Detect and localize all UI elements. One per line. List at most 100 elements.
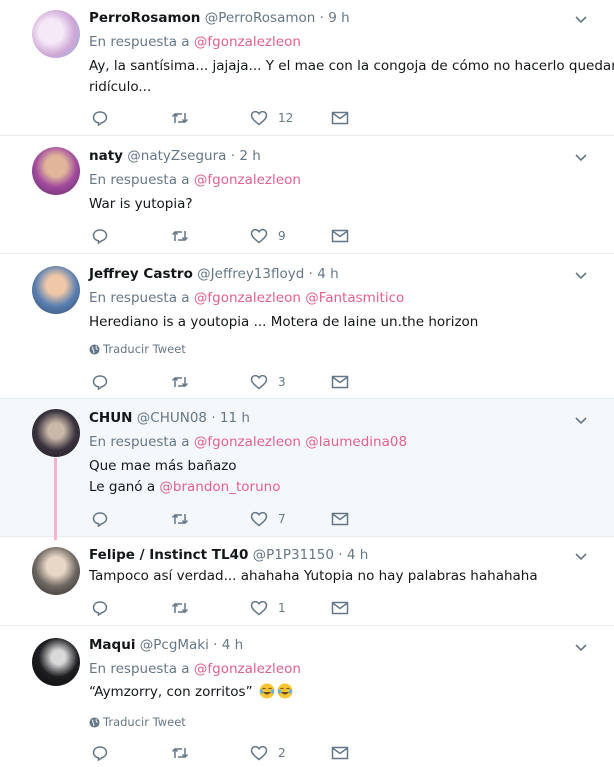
message-button[interactable] xyxy=(331,743,349,763)
author-handle[interactable]: @PcgMaki xyxy=(140,637,209,653)
tweet-text-line: Herediano is a youtopia ... Motera de la… xyxy=(89,314,479,330)
translate-label: Traducir Tweet xyxy=(103,715,186,729)
like-button[interactable]: 3 xyxy=(250,372,286,392)
tweet-header: Felipe / Instinct TL40 @P1P31150 · 4 h xyxy=(89,546,368,564)
text-prefix: Le ganó a xyxy=(89,479,156,495)
reply-button[interactable] xyxy=(92,743,108,763)
tears-of-joy-emoji-icon xyxy=(277,683,293,699)
envelope-icon xyxy=(331,746,349,760)
mention-link[interactable]: @fgonzalezleon xyxy=(194,34,301,50)
heart-icon xyxy=(250,511,268,527)
timestamp[interactable]: · 4 h xyxy=(338,547,368,563)
tears-of-joy-emoji-icon xyxy=(259,683,275,699)
reply-icon xyxy=(92,746,108,761)
tweet[interactable]: naty @natyZsegura · 2 h En respuesta a @… xyxy=(0,136,614,254)
retweet-button[interactable] xyxy=(171,372,189,392)
tweet-actions: 12 xyxy=(89,108,369,128)
author-handle[interactable]: @PerroRosamon xyxy=(205,10,316,26)
chevron-down-icon[interactable] xyxy=(575,641,587,653)
author-name[interactable]: Jeffrey Castro xyxy=(89,266,193,282)
chevron-down-icon[interactable] xyxy=(575,269,587,281)
message-button[interactable] xyxy=(331,372,349,392)
envelope-icon xyxy=(331,229,349,243)
author-name[interactable]: Felipe / Instinct TL40 xyxy=(89,547,248,563)
tweet-actions: 9 xyxy=(89,226,369,246)
author-handle[interactable]: @P1P31150 xyxy=(253,547,334,563)
reply-button[interactable] xyxy=(92,372,108,392)
mention-link[interactable]: @Fantasmitico xyxy=(305,290,404,306)
like-button[interactable]: 9 xyxy=(250,226,286,246)
avatar[interactable] xyxy=(32,547,80,595)
tweet-feed: PerroRosamon @PerroRosamon · 9 h En resp… xyxy=(0,0,614,767)
chevron-down-icon[interactable] xyxy=(575,414,587,426)
like-button[interactable]: 1 xyxy=(250,598,286,618)
retweet-button[interactable] xyxy=(171,598,189,618)
tweet-text-line: ridículo... xyxy=(89,79,152,95)
chevron-down-icon[interactable] xyxy=(575,151,587,163)
retweet-icon xyxy=(171,376,189,388)
reply-context: En respuesta a @fgonzalezleon xyxy=(89,660,301,678)
like-button[interactable]: 7 xyxy=(250,509,286,529)
mention-link[interactable]: @brandon_toruno xyxy=(159,479,280,495)
author-name[interactable]: PerroRosamon xyxy=(89,10,200,26)
reply-button[interactable] xyxy=(92,226,108,246)
reply-icon xyxy=(92,512,108,527)
retweet-icon xyxy=(171,230,189,242)
message-button[interactable] xyxy=(331,226,349,246)
retweet-button[interactable] xyxy=(171,509,189,529)
tweet-header: CHUN @CHUN08 · 11 h xyxy=(89,409,250,427)
tweet[interactable]: Jeffrey Castro @Jeffrey13floyd · 4 h En … xyxy=(0,254,614,399)
heart-icon xyxy=(250,228,268,244)
avatar[interactable] xyxy=(32,638,80,686)
translate-link[interactable]: Traducir Tweet xyxy=(89,714,186,730)
timestamp[interactable]: · 4 h xyxy=(213,637,243,653)
chevron-down-icon[interactable] xyxy=(575,13,587,25)
like-button[interactable]: 12 xyxy=(250,108,293,128)
tweet[interactable]: PerroRosamon @PerroRosamon · 9 h En resp… xyxy=(0,0,614,136)
message-button[interactable] xyxy=(331,108,349,128)
message-button[interactable] xyxy=(331,598,349,618)
message-button[interactable] xyxy=(331,509,349,529)
chevron-down-icon[interactable] xyxy=(575,550,587,562)
author-handle[interactable]: @CHUN08 xyxy=(137,410,207,426)
reply-icon xyxy=(92,229,108,244)
like-button[interactable]: 2 xyxy=(250,743,286,763)
mention-link[interactable]: @fgonzalezleon xyxy=(194,290,301,306)
author-handle[interactable]: @Jeffrey13floyd xyxy=(197,266,304,282)
timestamp[interactable]: · 9 h xyxy=(320,10,350,26)
avatar[interactable] xyxy=(32,10,80,58)
tweet-actions: 3 xyxy=(89,372,369,392)
retweet-button[interactable] xyxy=(171,226,189,246)
reply-context: En respuesta a @fgonzalezleon @Fantasmit… xyxy=(89,289,404,307)
tweet[interactable]: Felipe / Instinct TL40 @P1P31150 · 4 h T… xyxy=(0,537,614,626)
tweet-actions: 2 xyxy=(89,743,369,763)
timestamp[interactable]: · 2 h xyxy=(231,148,261,164)
mention-link[interactable]: @fgonzalezleon xyxy=(194,434,301,450)
mention-link[interactable]: @laumedina08 xyxy=(305,434,407,450)
like-count: 7 xyxy=(278,512,286,526)
like-count: 2 xyxy=(278,746,286,760)
timestamp[interactable]: · 11 h xyxy=(211,410,250,426)
tweet[interactable]: Maqui @PcgMaki · 4 h En respuesta a @fgo… xyxy=(0,626,614,767)
tweet-text-line: Le ganó a @brandon_toruno xyxy=(89,476,280,498)
reply-button[interactable] xyxy=(92,598,108,618)
author-name[interactable]: naty xyxy=(89,148,123,164)
tweet[interactable]: CHUN @CHUN08 · 11 h En respuesta a @fgon… xyxy=(0,399,614,537)
mention-link[interactable]: @fgonzalezleon xyxy=(194,661,301,677)
translate-link[interactable]: Traducir Tweet xyxy=(89,341,186,357)
avatar[interactable] xyxy=(32,266,80,314)
retweet-button[interactable] xyxy=(171,108,189,128)
heart-icon xyxy=(250,600,268,616)
reply-button[interactable] xyxy=(92,108,108,128)
mention-link[interactable]: @fgonzalezleon xyxy=(194,172,301,188)
retweet-button[interactable] xyxy=(171,743,189,763)
avatar[interactable] xyxy=(32,409,80,457)
author-name[interactable]: Maqui xyxy=(89,637,135,653)
timestamp[interactable]: · 4 h xyxy=(309,266,339,282)
tweet-actions: 1 xyxy=(89,598,369,618)
author-name[interactable]: CHUN xyxy=(89,410,132,426)
author-handle[interactable]: @natyZsegura xyxy=(127,148,226,164)
reply-button[interactable] xyxy=(92,509,108,529)
avatar[interactable] xyxy=(32,147,80,195)
tweet-text-line: Que mae más bañazo xyxy=(89,458,237,474)
